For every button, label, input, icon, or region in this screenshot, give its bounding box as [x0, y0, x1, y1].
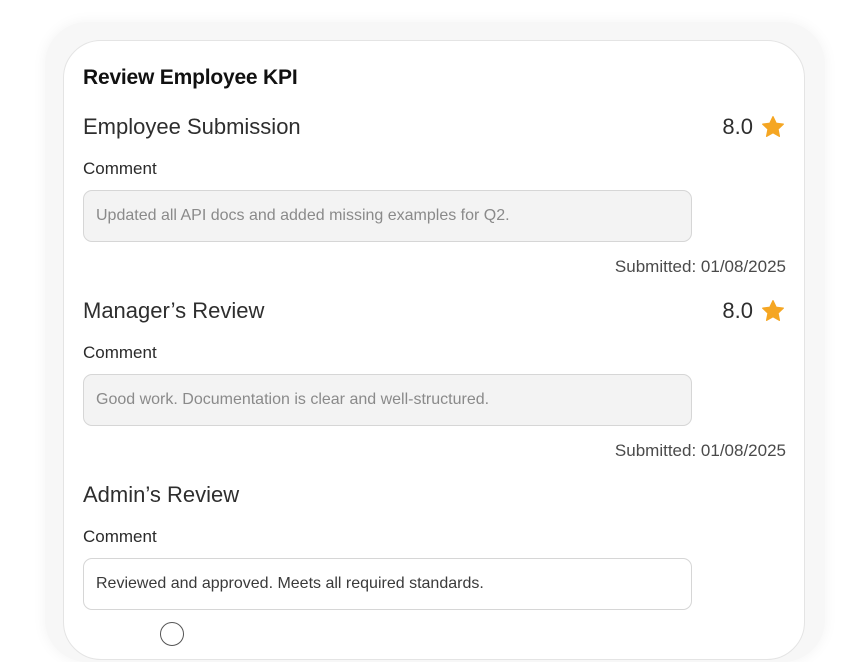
radio-button[interactable] — [160, 622, 184, 646]
page-title: Review Employee KPI — [83, 66, 298, 89]
admin-comment-label: Comment — [83, 527, 157, 546]
manager-comment-label: Comment — [83, 343, 157, 362]
employee-submitted-date: Submitted: 01/08/2025 — [614, 257, 786, 276]
employee-submission-title: Employee Submission — [83, 114, 301, 139]
admin-comment-input[interactable]: Reviewed and approved. Meets all require… — [83, 558, 692, 610]
employee-rating: 8.0 — [722, 114, 786, 140]
manager-rating-value: 8.0 — [722, 298, 753, 323]
manager-review-title: Manager’s Review — [83, 298, 265, 323]
manager-submitted-date: Submitted: 01/08/2025 — [614, 441, 786, 460]
manager-comment-field: Good work. Documentation is clear and we… — [83, 374, 692, 426]
admin-review-title: Admin’s Review — [83, 482, 240, 507]
employee-rating-value: 8.0 — [722, 114, 753, 139]
star-icon — [762, 116, 784, 137]
employee-comment-field: Updated all API docs and added missing e… — [83, 190, 692, 242]
star-icon — [762, 300, 784, 321]
employee-comment-label: Comment — [83, 159, 157, 178]
manager-rating: 8.0 — [722, 298, 786, 324]
